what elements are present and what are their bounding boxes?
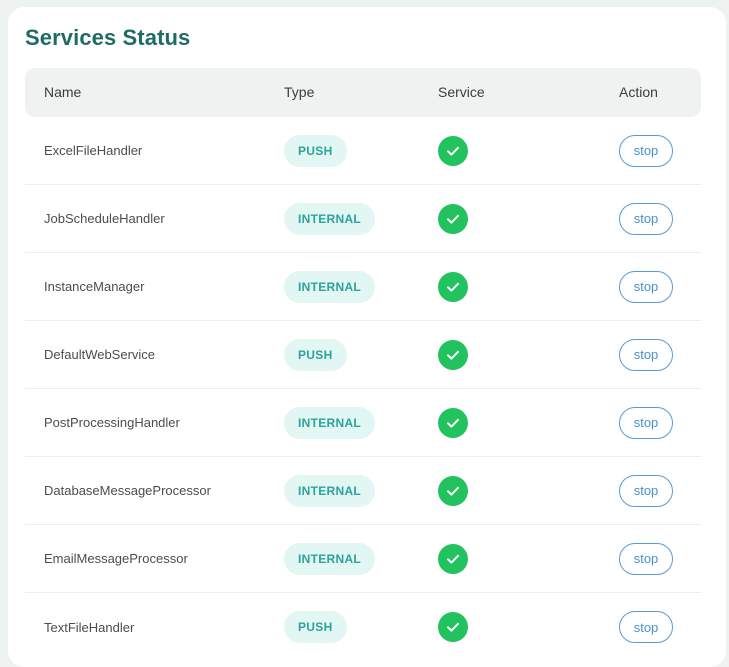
- check-circle-icon: [438, 612, 468, 642]
- service-name: TextFileHandler: [44, 619, 135, 635]
- service-name: JobScheduleHandler: [44, 211, 165, 226]
- stop-button[interactable]: stop: [619, 202, 673, 235]
- service-name: PostProcessingHandler: [44, 415, 180, 430]
- table-header: Name Type Service Action: [25, 68, 701, 117]
- stop-button[interactable]: stop: [619, 406, 673, 439]
- services-status-card: Services Status Name Type Service Action…: [8, 7, 726, 667]
- stop-button[interactable]: stop: [619, 474, 673, 507]
- check-circle-icon: [438, 339, 468, 370]
- stop-button[interactable]: stop: [619, 134, 673, 167]
- column-header-action: Action: [619, 84, 658, 100]
- stop-button[interactable]: stop: [619, 338, 673, 371]
- check-circle-icon: [438, 475, 468, 506]
- table-row: DefaultWebService PUSH stop: [25, 321, 701, 389]
- check-circle-icon: [438, 203, 468, 234]
- service-name: ExcelFileHandler: [44, 143, 143, 158]
- service-type-badge: INTERNAL: [284, 202, 376, 235]
- check-circle-icon: [438, 271, 468, 302]
- service-type-badge: INTERNAL: [284, 474, 376, 507]
- service-type-badge: PUSH: [284, 338, 347, 371]
- service-type-badge: INTERNAL: [284, 406, 376, 439]
- table-row: EmailMessageProcessor INTERNAL stop: [25, 525, 701, 593]
- table-row: DatabaseMessageProcessor INTERNAL stop: [25, 457, 701, 525]
- service-name: InstanceManager: [44, 279, 145, 294]
- table-row: PostProcessingHandler INTERNAL stop: [25, 389, 701, 457]
- service-type-badge: INTERNAL: [284, 542, 376, 575]
- column-header-service: Service: [438, 84, 485, 100]
- stop-button[interactable]: stop: [619, 611, 673, 643]
- check-circle-icon: [438, 407, 468, 438]
- check-circle-icon: [438, 543, 468, 574]
- column-header-name: Name: [44, 84, 82, 100]
- service-type-badge: INTERNAL: [284, 270, 376, 303]
- table-row: ExcelFileHandler PUSH stop: [25, 117, 701, 185]
- service-name: DefaultWebService: [44, 347, 156, 362]
- stop-button[interactable]: stop: [619, 542, 673, 575]
- page-title: Services Status: [25, 25, 191, 50]
- column-header-type: Type: [284, 84, 315, 100]
- service-type-badge: PUSH: [284, 611, 347, 643]
- service-name: DatabaseMessageProcessor: [44, 483, 211, 498]
- check-circle-icon: [438, 135, 468, 166]
- services-table-body: ExcelFileHandler PUSH stop JobScheduleHa…: [25, 117, 709, 661]
- stop-button[interactable]: stop: [619, 270, 673, 303]
- table-row: JobScheduleHandler INTERNAL stop: [25, 185, 701, 253]
- table-row: InstanceManager INTERNAL stop: [25, 253, 701, 321]
- service-name: EmailMessageProcessor: [44, 551, 188, 566]
- service-type-badge: PUSH: [284, 134, 347, 167]
